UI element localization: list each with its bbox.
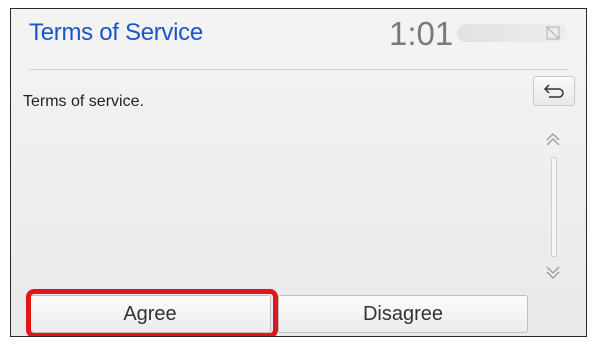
scroll-up-icon[interactable] bbox=[542, 129, 564, 151]
clock: 1:01 bbox=[389, 15, 454, 52]
scroll-track[interactable] bbox=[551, 157, 557, 257]
back-button[interactable] bbox=[533, 76, 575, 106]
header: Terms of Service 1:01 bbox=[11, 9, 586, 59]
terms-content-area: Terms of service. bbox=[11, 71, 531, 295]
status-bar bbox=[457, 24, 567, 42]
header-divider bbox=[29, 69, 568, 70]
page-title: Terms of Service bbox=[29, 19, 203, 46]
no-signal-icon bbox=[546, 26, 560, 40]
terms-text: Terms of service. bbox=[23, 93, 144, 110]
scroll-down-icon[interactable] bbox=[542, 261, 564, 283]
terms-of-service-screen: Terms of Service 1:01 Terms of service. … bbox=[10, 8, 587, 337]
back-arrow-icon bbox=[543, 84, 564, 98]
disagree-button[interactable]: Disagree bbox=[278, 295, 528, 333]
agree-button[interactable]: Agree bbox=[29, 295, 271, 333]
